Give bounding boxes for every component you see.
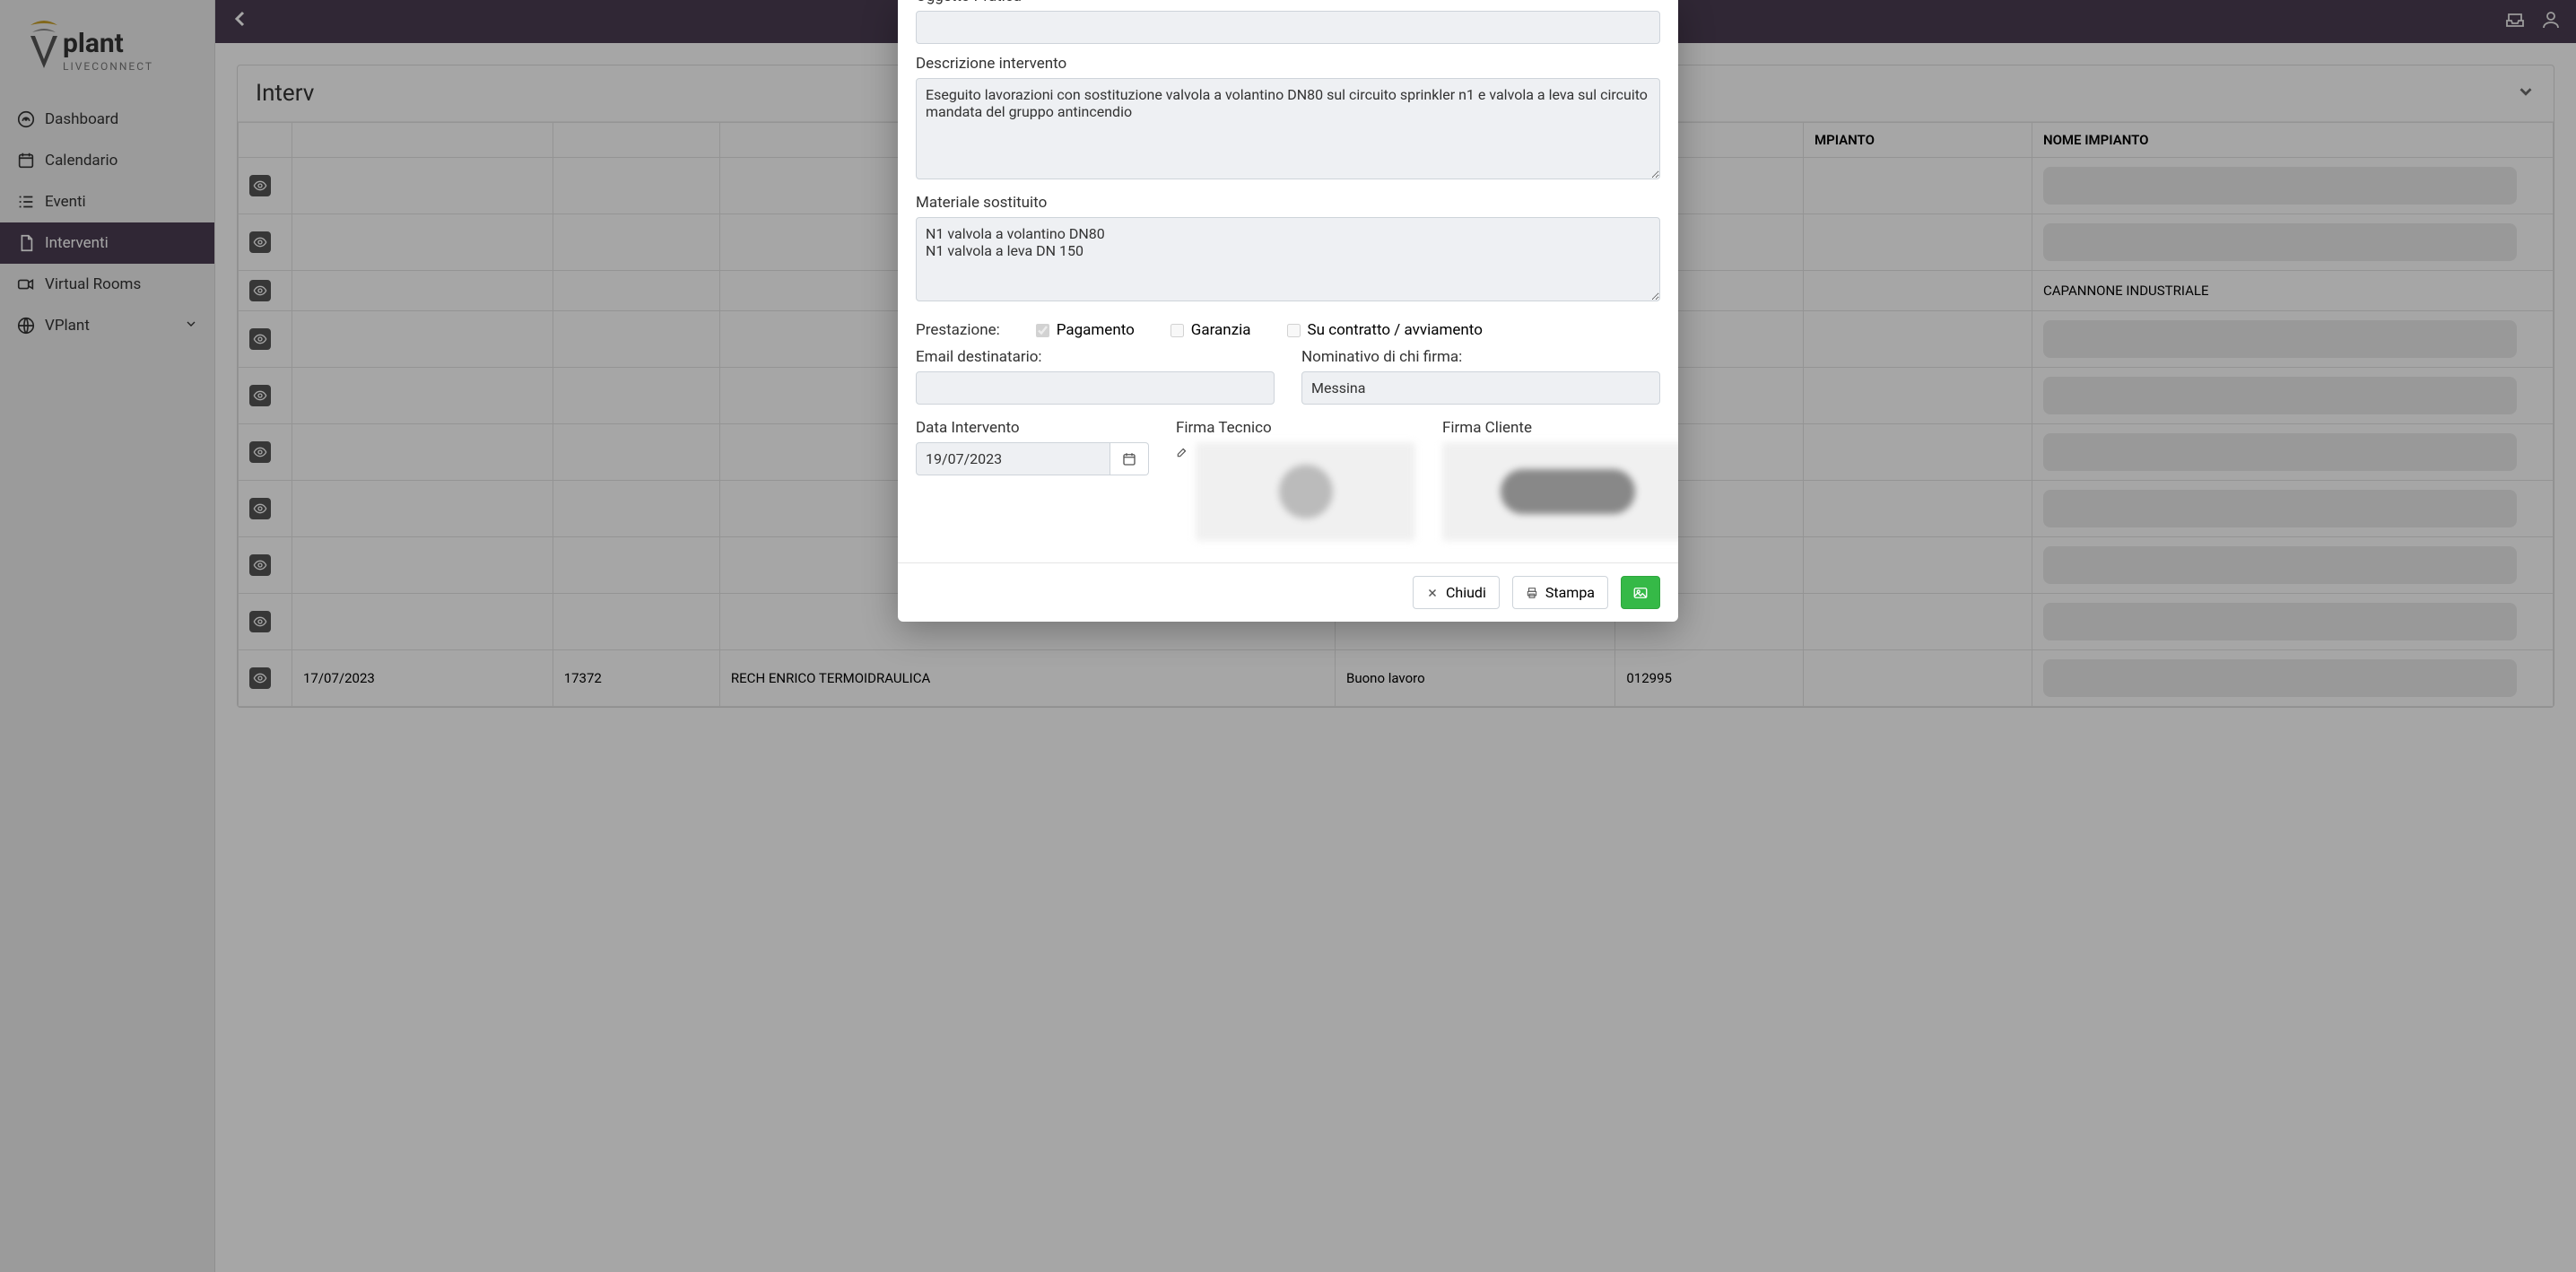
garanzia-check[interactable]: Garanzia [1171,321,1251,339]
descrizione-field[interactable] [916,78,1660,179]
oggetto-label: Oggetto Pratica [916,0,1660,5]
calendar-icon [1121,451,1137,467]
stampa-label: Stampa [1545,584,1595,601]
firma-tecnico-image [1196,442,1415,541]
prestazione-row: Prestazione: Pagamento Garanzia Su contr… [916,316,1660,348]
garanzia-checkbox[interactable] [1171,324,1184,337]
chiudi-button[interactable]: Chiudi [1413,576,1500,609]
prestazione-label: Prestazione: [916,321,1000,339]
modal-footer: Chiudi Stampa [898,562,1678,622]
pagamento-check[interactable]: Pagamento [1036,321,1135,339]
stampa-button[interactable]: Stampa [1512,576,1608,609]
oggetto-field[interactable] [916,11,1660,44]
chiudi-label: Chiudi [1446,584,1486,601]
contratto-check[interactable]: Su contratto / avviamento [1287,321,1483,339]
image-button[interactable] [1621,576,1660,609]
contratto-checkbox[interactable] [1287,324,1301,337]
pagamento-checkbox[interactable] [1036,324,1049,337]
data-label: Data Intervento [916,419,1149,437]
firma-cliente-label: Firma Cliente [1442,419,1678,437]
garanzia-label: Garanzia [1191,321,1251,339]
date-picker-button[interactable] [1110,442,1149,475]
email-label: Email destinatario: [916,348,1275,366]
contratto-label: Su contratto / avviamento [1308,321,1483,339]
edit-signature-button[interactable] [1176,446,1188,462]
print-icon [1526,587,1538,599]
intervento-modal: Oggetto Pratica Descrizione intervento M… [898,0,1678,622]
firma-cliente-image [1442,442,1678,541]
data-intervento-field[interactable] [916,442,1110,475]
edit-icon [1176,446,1188,458]
nominativo-label: Nominativo di chi firma: [1301,348,1660,366]
firma-tecnico-label: Firma Tecnico [1176,419,1415,437]
materiale-label: Materiale sostituito [916,194,1660,212]
image-icon [1632,585,1649,601]
email-field[interactable] [916,371,1275,405]
close-icon [1426,587,1439,599]
pagamento-label: Pagamento [1057,321,1135,339]
descrizione-label: Descrizione intervento [916,55,1660,73]
materiale-field[interactable] [916,217,1660,301]
nominativo-field[interactable] [1301,371,1660,405]
